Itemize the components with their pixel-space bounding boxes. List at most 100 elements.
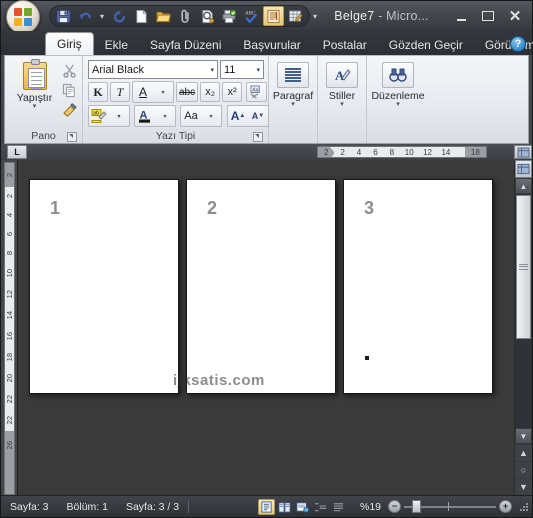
- shrink-font-button[interactable]: A ▼: [248, 106, 268, 126]
- zoom-out-button[interactable]: −: [388, 500, 401, 513]
- document-page[interactable]: 1: [29, 179, 179, 394]
- editing-collapsed-button[interactable]: Düzenleme ▾: [371, 62, 425, 108]
- status-section[interactable]: Bölüm: 1: [58, 501, 117, 513]
- new-document-icon[interactable]: [131, 6, 152, 26]
- draft-view-button[interactable]: [330, 499, 347, 515]
- select-browse-object-button[interactable]: ○: [515, 461, 532, 478]
- bold-button[interactable]: K: [88, 82, 108, 102]
- print-layout-icon: [261, 500, 272, 513]
- vruler-tick: 18: [4, 353, 14, 362]
- draw-table-icon[interactable]: [285, 6, 306, 26]
- underline-button[interactable]: A: [133, 82, 153, 102]
- tab-gozden-gecir[interactable]: Gözden Geçir: [378, 34, 474, 55]
- styles-dropdown-icon[interactable]: ▾: [340, 101, 344, 108]
- help-icon[interactable]: ?: [510, 36, 526, 52]
- tab-ekle[interactable]: Ekle: [94, 34, 139, 55]
- cut-button[interactable]: [59, 61, 79, 79]
- scroll-down-button[interactable]: ▼: [515, 428, 532, 444]
- formatting-marks-icon[interactable]: [263, 6, 285, 26]
- paragraph-dropdown-icon[interactable]: ▾: [291, 101, 295, 108]
- font-dialog-launcher[interactable]: [253, 132, 263, 142]
- superscript-button[interactable]: x²: [222, 82, 243, 102]
- copy-button[interactable]: [59, 81, 79, 99]
- print-layout-view-button[interactable]: [257, 498, 275, 515]
- split-window-button[interactable]: [515, 160, 532, 178]
- grow-font-button[interactable]: A ▲: [228, 106, 248, 126]
- ribbon-group-paragraph[interactable]: Paragraf ▾: [269, 56, 318, 143]
- zoom-in-button[interactable]: +: [499, 500, 512, 513]
- vertical-ruler[interactable]: 2 2 4 6 8 10 12 14 16 18 20 22 22 26: [3, 162, 15, 495]
- paste-button[interactable]: Yapıştır ▾: [10, 59, 59, 110]
- scrollbar-thumb[interactable]: [516, 195, 531, 339]
- spelling-check-icon[interactable]: ABC: [241, 6, 262, 26]
- paragraph-collapsed-button[interactable]: Paragraf ▾: [273, 62, 313, 108]
- zoom-slider[interactable]: [404, 500, 496, 513]
- reading-view-icon: [278, 501, 291, 513]
- zoom-slider-thumb[interactable]: [412, 500, 421, 513]
- print-preview-icon[interactable]: [197, 6, 218, 26]
- indent-marker-icon[interactable]: [330, 147, 339, 157]
- attach-icon[interactable]: [175, 6, 196, 26]
- font-size-combobox[interactable]: 11 ▾: [220, 60, 264, 79]
- outline-view-button[interactable]: [312, 499, 329, 515]
- tab-sayfa-duzeni[interactable]: Sayfa Düzeni: [139, 34, 232, 55]
- editing-dropdown-icon[interactable]: ▾: [396, 101, 400, 108]
- clear-formatting-button[interactable]: Aa: [246, 82, 268, 102]
- zoom-level-label[interactable]: %19: [353, 501, 388, 513]
- tab-basvurular[interactable]: Başvurular: [232, 34, 311, 55]
- redo-icon[interactable]: [109, 6, 130, 26]
- paste-dropdown-icon[interactable]: ▾: [33, 103, 37, 110]
- font-color-button[interactable]: A: [135, 106, 155, 126]
- document-canvas[interactable]: 1 2 3 ijksatis.com: [17, 160, 514, 495]
- text-highlight-button[interactable]: ab: [89, 106, 109, 126]
- ribbon-group-styles[interactable]: A Stiller ▾: [318, 56, 367, 143]
- ribbon-group-editing[interactable]: Düzenleme ▾: [367, 56, 429, 143]
- italic-button[interactable]: T: [110, 82, 130, 102]
- web-layout-view-button[interactable]: [294, 499, 311, 515]
- subscript-button[interactable]: x₂: [200, 82, 221, 102]
- tab-stop-selector[interactable]: L: [7, 145, 27, 159]
- resize-grip-icon[interactable]: [518, 501, 530, 513]
- highlight-split-button: ab ▾: [88, 105, 130, 127]
- horizontal-ruler[interactable]: 2 2 4 6 8 10 12 14 18: [317, 146, 487, 158]
- minimize-button[interactable]: [448, 6, 474, 26]
- underline-dropdown-icon[interactable]: ▾: [153, 82, 173, 102]
- strikethrough-button[interactable]: abc: [176, 82, 199, 102]
- status-page-current[interactable]: Sayfa: 3: [1, 501, 58, 513]
- full-screen-reading-view-button[interactable]: [276, 499, 293, 515]
- document-page[interactable]: 3: [343, 179, 493, 394]
- quick-print-icon[interactable]: [219, 6, 240, 26]
- tab-giris[interactable]: Giriş: [45, 32, 94, 55]
- clipboard-dialog-launcher[interactable]: [67, 132, 77, 142]
- view-ruler-toggle-button[interactable]: [514, 145, 532, 159]
- tab-label: Ekle: [104, 37, 129, 52]
- change-case-dropdown-icon[interactable]: ▾: [201, 106, 221, 126]
- highlight-dropdown-icon[interactable]: ▾: [109, 106, 129, 126]
- format-painter-button[interactable]: [59, 101, 79, 119]
- undo-dropdown-icon[interactable]: ▾: [97, 12, 108, 21]
- vruler-cell: 12: [4, 284, 14, 305]
- tab-label: Gözden Geçir: [388, 37, 463, 52]
- font-color-dropdown-icon[interactable]: ▾: [155, 106, 175, 126]
- scroll-up-button[interactable]: ▲: [515, 178, 532, 194]
- styles-collapsed-button[interactable]: A Stiller ▾: [322, 62, 362, 108]
- document-page[interactable]: 2: [186, 179, 336, 394]
- next-page-button[interactable]: ▼: [515, 478, 532, 495]
- customize-qat-icon[interactable]: ▾: [310, 12, 321, 21]
- main-area: 2 2 4 6 8 10 12 14 16 18 20 22 22 26 1 2…: [1, 160, 532, 495]
- status-page-of-total[interactable]: Sayfa: 3 / 3: [117, 501, 188, 513]
- tab-postalar[interactable]: Postalar: [312, 34, 378, 55]
- maximize-button[interactable]: [475, 6, 501, 26]
- previous-page-button[interactable]: ▲: [515, 444, 532, 461]
- change-case-button[interactable]: Aa: [181, 106, 201, 126]
- close-button[interactable]: ✕: [502, 6, 528, 26]
- vertical-scrollbar[interactable]: ▲ ▼ ▲ ○ ▼: [514, 160, 532, 495]
- open-folder-icon[interactable]: [153, 6, 174, 26]
- draft-icon: [333, 502, 344, 511]
- font-name-combobox[interactable]: Arial Black ▾: [88, 60, 218, 79]
- office-button[interactable]: [3, 0, 43, 34]
- undo-icon[interactable]: [75, 6, 96, 26]
- save-icon[interactable]: [53, 6, 74, 26]
- scrollbar-track[interactable]: [515, 194, 532, 428]
- right-indent-marker-icon[interactable]: [457, 147, 466, 157]
